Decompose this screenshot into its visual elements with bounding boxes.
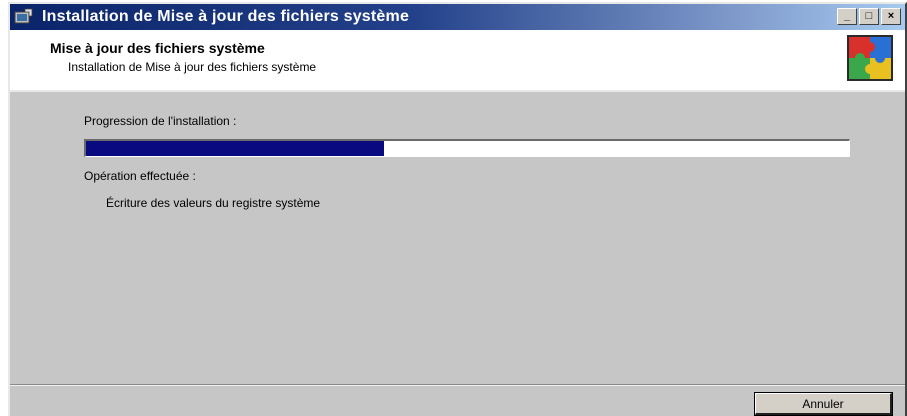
maximize-icon: □	[865, 10, 873, 22]
close-button[interactable]: ×	[881, 8, 901, 25]
minimize-button[interactable]: _	[837, 8, 857, 25]
cancel-button[interactable]: Annuler	[754, 392, 893, 416]
window-title: Installation de Mise à jour des fichiers…	[42, 8, 410, 25]
header-divider	[10, 90, 905, 92]
progress-label: Progression de l'installation :	[84, 114, 237, 128]
operation-status: Écriture des valeurs du registre système	[106, 196, 321, 210]
installer-window: Installation de Mise à jour des fichiers…	[8, 2, 907, 416]
close-icon: ×	[887, 10, 895, 22]
cancel-button-label: Annuler	[802, 396, 844, 411]
puzzle-icon	[847, 35, 893, 81]
title-bar[interactable]: Installation de Mise à jour des fichiers…	[10, 4, 905, 30]
header-title: Mise à jour des fichiers système	[50, 40, 265, 56]
wizard-header: Mise à jour des fichiers système Install…	[10, 30, 905, 91]
operation-label: Opération effectuée :	[84, 169, 196, 183]
installation-progress-bar	[84, 139, 850, 157]
progress-fill	[86, 141, 384, 156]
header-subtitle: Installation de Mise à jour des fichiers…	[68, 60, 317, 74]
window-controls: _ □ ×	[837, 8, 901, 25]
minimize-icon: _	[843, 10, 851, 22]
maximize-button[interactable]: □	[859, 8, 879, 25]
footer-divider	[10, 384, 905, 386]
installer-app-icon	[14, 8, 34, 26]
